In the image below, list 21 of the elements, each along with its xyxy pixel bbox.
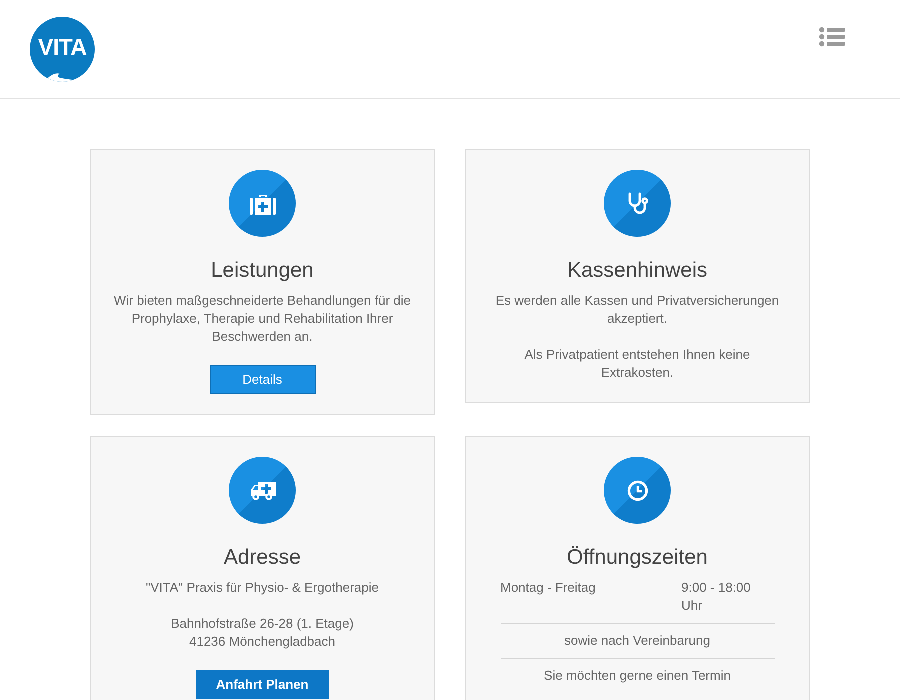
card-title: Adresse	[224, 545, 302, 571]
clock-icon	[626, 480, 648, 502]
menu-icon[interactable]	[819, 27, 845, 47]
action-button[interactable]: Details	[210, 365, 316, 394]
card-title: Leistungen	[211, 258, 314, 284]
card-text: Bahnhofstraße 26-28 (1. Etage) 41236 Mönchengladbach	[171, 615, 354, 651]
day-label: Montag - Freitag	[500, 579, 597, 597]
action-button[interactable]: Anfahrt Planen	[196, 670, 329, 699]
hours-text: 9:00 - 18:00 Uhr	[682, 579, 752, 615]
ambulance-icon	[248, 480, 276, 502]
card-text: Wir bieten maßgeschneiderte Behandlungen für die Prophylaxe, Therapie und Rehabilitation Ihrer Beschwerden an.	[113, 292, 412, 346]
logo[interactable]: VITA	[30, 17, 95, 82]
note-text: Sie möchten gerne einen Termin	[500, 658, 774, 693]
first-aid-kit-icon	[250, 192, 276, 214]
card-title: Kassenhinweis	[567, 258, 708, 284]
card-title: Öffnungszeiten	[567, 545, 708, 571]
card-text: Es werden alle Kassen und Privatversicherungen akzeptiert.	[494, 292, 780, 328]
stethoscope-icon	[626, 192, 648, 216]
card-text: "VITA" Praxis für Physio- & Ergotherapie	[146, 579, 379, 597]
card-text: Als Privatpatient entstehen Ihnen keine Extrakosten.	[524, 346, 752, 382]
note-text: sowie nach Vereinbarung	[500, 623, 774, 658]
